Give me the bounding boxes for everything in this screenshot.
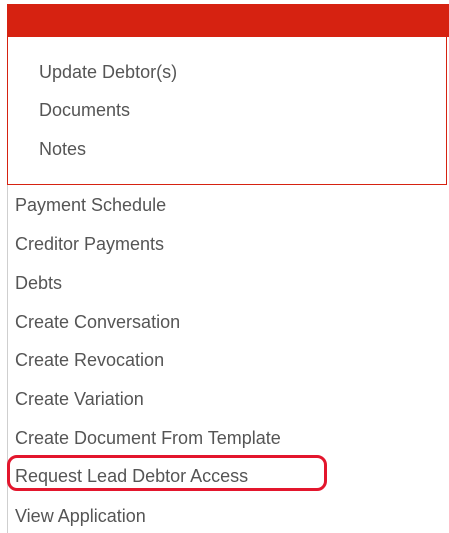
menu-item-documents[interactable]: Documents (39, 99, 130, 121)
menu-item-debts[interactable]: Debts (15, 272, 62, 294)
debtor-submenu: Update Debtor(s) Documents Notes (7, 37, 447, 185)
menu-left-divider (7, 185, 8, 533)
menu-item-create-conversation[interactable]: Create Conversation (15, 311, 180, 333)
menu-item-creditor-payments[interactable]: Creditor Payments (15, 233, 164, 255)
actions-menu-panel: Update Debtor(s) Documents Notes Payment… (0, 0, 449, 533)
header-bar (7, 4, 449, 37)
menu-item-create-revocation[interactable]: Create Revocation (15, 349, 164, 371)
menu-item-update-debtors[interactable]: Update Debtor(s) (39, 61, 177, 83)
menu-item-payment-schedule[interactable]: Payment Schedule (15, 194, 166, 216)
menu-item-request-lead-debtor-access[interactable]: Request Lead Debtor Access (15, 465, 248, 487)
menu-item-notes[interactable]: Notes (39, 138, 86, 160)
menu-item-create-document-from-template[interactable]: Create Document From Template (15, 427, 281, 449)
menu-item-create-variation[interactable]: Create Variation (15, 388, 144, 410)
menu-item-view-application[interactable]: View Application (15, 505, 146, 527)
